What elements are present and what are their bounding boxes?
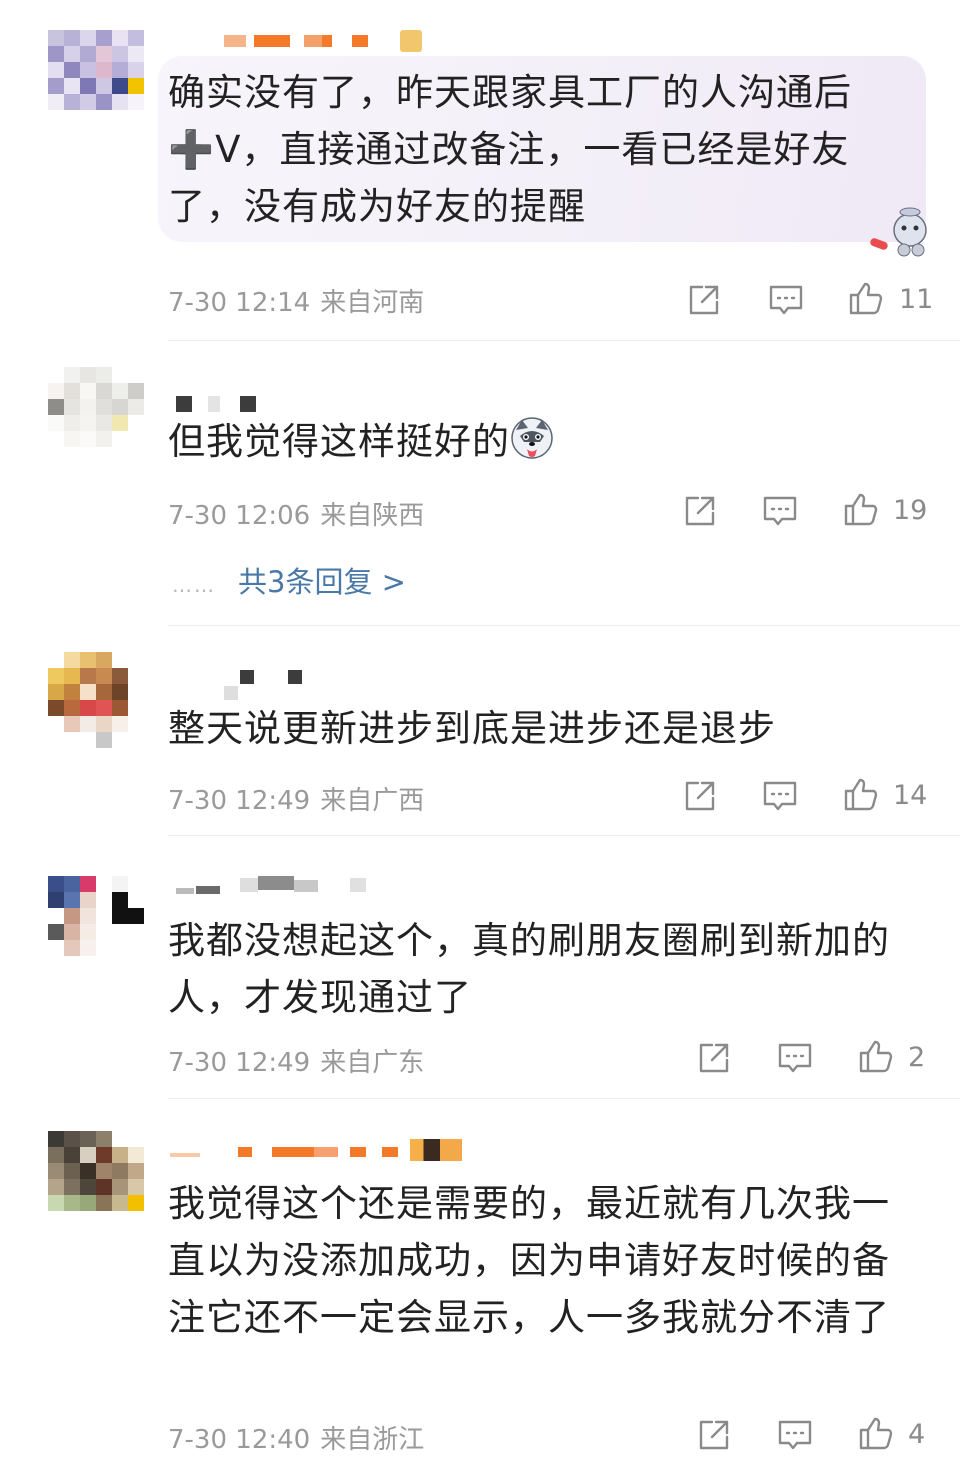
comment-meta: 7-30 12:40 来自浙江 xyxy=(168,1419,424,1456)
comment-meta: 7-30 12:14 来自河南 xyxy=(168,282,424,319)
share-icon[interactable] xyxy=(696,1417,732,1453)
like-count: 2 xyxy=(908,1042,926,1073)
comment-icon[interactable] xyxy=(777,1417,813,1453)
avatar[interactable] xyxy=(48,367,144,463)
comment-location: 来自陕西 xyxy=(320,501,425,531)
reply-dots: …… xyxy=(172,573,216,597)
comment-text: 但我觉得这样挺好的 xyxy=(168,413,908,470)
like-icon[interactable] xyxy=(858,1038,894,1074)
username-redacted[interactable] xyxy=(168,670,302,700)
share-icon[interactable] xyxy=(682,493,718,529)
share-icon[interactable] xyxy=(686,282,722,318)
avatar[interactable] xyxy=(48,30,144,126)
share-icon[interactable] xyxy=(696,1040,732,1076)
comment-meta: 7-30 12:49 来自广西 xyxy=(168,780,424,817)
comment-meta: 7-30 12:49 来自广东 xyxy=(168,1042,424,1079)
like-icon[interactable] xyxy=(843,491,879,527)
username-redacted[interactable] xyxy=(168,1139,468,1161)
view-replies-link[interactable]: …… 共3条回复 > xyxy=(172,559,406,601)
comment-item: 我觉得这个还是需要的，最近就有几次我一直以为没添加成功，因为申请好友时候的备注它… xyxy=(0,1099,960,1482)
avatar[interactable] xyxy=(48,1131,144,1227)
comment-date: 7-30 12:40 xyxy=(168,1425,311,1455)
comment-text: 我都没想起这个，真的刷朋友圈刷到新加的人，才发现通过了 xyxy=(168,919,890,1019)
like-icon[interactable] xyxy=(858,1415,894,1451)
comment-icon[interactable] xyxy=(777,1040,813,1076)
comment-item: 确实没有了，昨天跟家具工厂的人沟通后➕V，直接通过改备注，一看已经是好友了，没有… xyxy=(0,0,960,341)
comment-text: 我觉得这个还是需要的，最近就有几次我一直以为没添加成功，因为申请好友时候的备注它… xyxy=(168,1182,890,1339)
comment-location: 来自浙江 xyxy=(320,1425,425,1455)
avatar[interactable] xyxy=(48,876,144,972)
like-count: 19 xyxy=(893,495,928,526)
comment-location: 来自广西 xyxy=(320,786,425,816)
comment-meta: 7-30 12:06 来自陕西 xyxy=(168,495,424,532)
comment-icon[interactable] xyxy=(762,778,798,814)
comment-date: 7-30 12:06 xyxy=(168,501,311,531)
comment-item: 整天说更新进步到底是进步还是退步 7-30 12:49 来自广西 14 xyxy=(0,626,960,836)
avatar[interactable] xyxy=(48,652,144,748)
sticker-image xyxy=(870,207,927,257)
comment-item: 但我觉得这样挺好的 7-30 12:06 来自陕西 19 …… 共3条回复 > xyxy=(0,341,960,626)
like-count: 14 xyxy=(893,780,928,811)
comment-location: 来自河南 xyxy=(320,288,425,318)
comment-text-content: 但我觉得这样挺好的 xyxy=(168,420,510,463)
comment-location: 来自广东 xyxy=(320,1048,425,1078)
share-icon[interactable] xyxy=(682,778,718,814)
comment-item: 我都没想起这个，真的刷朋友圈刷到新加的人，才发现通过了 7-30 12:49 来自… xyxy=(0,836,960,1099)
husky-emoji-icon xyxy=(511,417,553,459)
comment-date: 7-30 12:49 xyxy=(168,786,311,816)
like-icon[interactable] xyxy=(848,280,884,316)
comment-date: 7-30 12:14 xyxy=(168,288,311,318)
replies-label: 共3条回复 > xyxy=(238,565,406,599)
like-icon[interactable] xyxy=(843,776,879,812)
comment-date: 7-30 12:49 xyxy=(168,1048,311,1078)
comment-text: 确实没有了，昨天跟家具工厂的人沟通后➕V，直接通过改备注，一看已经是好友了，没有… xyxy=(168,71,852,228)
like-count: 11 xyxy=(899,284,934,315)
comment-icon[interactable] xyxy=(768,282,804,318)
username-redacted[interactable] xyxy=(168,393,288,415)
like-count: 4 xyxy=(908,1419,926,1450)
username-redacted[interactable] xyxy=(168,30,428,52)
username-redacted[interactable] xyxy=(168,876,408,898)
comment-icon[interactable] xyxy=(762,493,798,529)
comment-text: 整天说更新进步到底是进步还是退步 xyxy=(168,707,776,750)
